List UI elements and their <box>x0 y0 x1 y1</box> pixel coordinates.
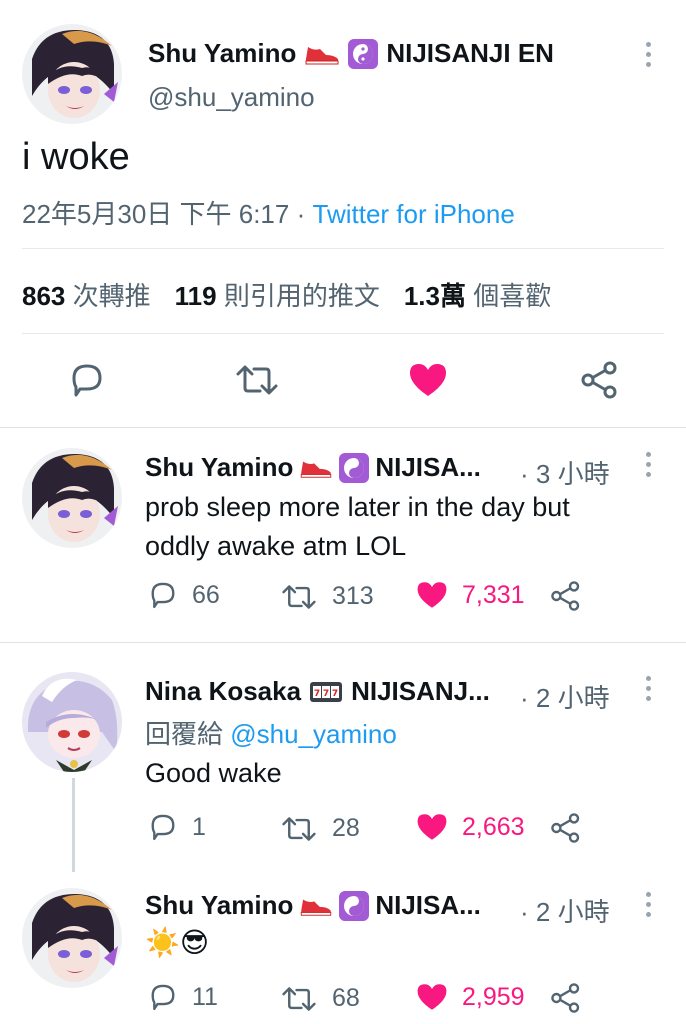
retweets-stat[interactable]: 863 次轉推 <box>22 276 151 313</box>
sneaker-emoji-icon <box>305 46 339 64</box>
tweet-text: i woke <box>22 136 130 178</box>
retweet-action[interactable]: 28 <box>280 814 360 843</box>
retweet-count: 68 <box>332 984 360 1012</box>
like-icon <box>417 984 447 1010</box>
reply-avatar[interactable] <box>22 672 122 772</box>
author-name[interactable]: Shu Yamino <box>148 38 296 69</box>
reply-action[interactable]: 1 <box>148 812 206 842</box>
avatar-image-icon <box>22 672 122 772</box>
likes-count: 1.3萬 <box>403 281 466 311</box>
quotes-label: 則引用的推文 <box>223 281 380 311</box>
like-action[interactable]: 2,959 <box>416 982 525 1012</box>
likes-stat[interactable]: 1.3萬 個喜歡 <box>404 276 551 313</box>
reply-action[interactable]: 66 <box>148 580 220 610</box>
like-count: 2,663 <box>462 812 525 841</box>
reply-author-name[interactable]: Shu Yamino <box>145 452 293 483</box>
more-icon[interactable] <box>644 452 652 477</box>
retweets-label: 次轉推 <box>72 281 151 311</box>
like-icon <box>417 814 447 840</box>
author-suffix[interactable]: NIJISANJI EN <box>386 38 554 69</box>
reply-text: Good wake <box>145 758 282 788</box>
retweet-action[interactable]: 313 <box>280 582 374 611</box>
reply-author-suffix[interactable]: NIJISANJ... <box>351 676 490 707</box>
reply-count: 11 <box>192 982 218 1011</box>
share-icon[interactable] <box>550 580 582 612</box>
svg-text:7: 7 <box>323 689 329 699</box>
retweet-count: 313 <box>332 582 374 610</box>
like-count: 2,959 <box>462 982 525 1011</box>
quotes-stat[interactable]: 119 則引用的推文 <box>175 276 380 313</box>
retweet-icon <box>282 584 316 609</box>
reply-icon <box>151 984 175 1011</box>
svg-text:7: 7 <box>332 689 338 699</box>
reply-text: prob sleep more later in the day but odd… <box>145 492 570 561</box>
share-icon[interactable] <box>580 360 620 400</box>
more-icon[interactable] <box>644 42 652 67</box>
svg-text:7: 7 <box>314 689 320 699</box>
reply-time[interactable]: · 3 小時 <box>520 454 610 491</box>
avatar-image-icon <box>22 24 122 124</box>
sneaker-emoji-icon <box>301 461 332 478</box>
sneaker-emoji-icon <box>301 899 332 916</box>
divider <box>22 333 664 334</box>
reply-time[interactable]: · 2 小時 <box>520 892 610 929</box>
reply-icon <box>151 814 175 841</box>
meta-separator: · <box>296 199 306 229</box>
reply-time[interactable]: · 2 小時 <box>520 678 610 715</box>
reply-count: 66 <box>192 580 220 609</box>
section-divider <box>0 427 686 428</box>
yin-yang-icon <box>339 452 370 483</box>
thread-line <box>72 778 75 872</box>
avatar-image-icon <box>22 448 122 548</box>
quotes-count: 119 <box>174 281 217 311</box>
reply-text: ☀️😎 <box>145 926 210 959</box>
section-divider <box>0 642 686 643</box>
reply-avatar[interactable] <box>22 448 122 548</box>
author-handle[interactable]: @shu_yamino <box>148 82 315 113</box>
likes-label: 個喜歡 <box>473 281 552 311</box>
reply-count: 1 <box>192 812 206 841</box>
reply-avatar[interactable] <box>22 888 122 988</box>
tweet-source[interactable]: Twitter for iPhone <box>313 199 515 229</box>
retweet-icon[interactable] <box>234 364 280 396</box>
tweet-timestamp[interactable]: 22年5月30日 下午 6:17 <box>22 199 289 229</box>
retweet-action[interactable]: 68 <box>280 984 360 1013</box>
divider <box>22 248 664 249</box>
share-icon[interactable] <box>550 812 582 844</box>
reply-author-name[interactable]: Shu Yamino <box>145 890 293 921</box>
like-action[interactable]: 7,331 <box>416 580 525 610</box>
yin-yang-icon <box>348 38 379 69</box>
reply-author-name[interactable]: Nina Kosaka <box>145 676 301 707</box>
reply-icon <box>151 582 175 609</box>
yin-yang-icon <box>339 890 370 921</box>
retweet-icon <box>282 986 316 1011</box>
like-action[interactable]: 2,663 <box>416 812 525 842</box>
reply-author-suffix[interactable]: NIJISA... <box>375 452 480 483</box>
like-icon <box>417 582 447 608</box>
reply-icon[interactable] <box>68 362 106 398</box>
avatar-image-icon <box>22 888 122 988</box>
retweet-count: 28 <box>332 814 360 842</box>
reply-author-suffix[interactable]: NIJISA... <box>375 890 480 921</box>
more-icon[interactable] <box>644 892 652 917</box>
retweets-count: 863 <box>22 281 66 311</box>
reply-to-label: 回覆給 <box>145 719 224 749</box>
share-icon[interactable] <box>550 982 582 1014</box>
slot-machine-icon: 7 7 7 <box>310 681 343 702</box>
reply-to-handle[interactable]: @shu_yamino <box>230 719 397 749</box>
reply-action[interactable]: 11 <box>148 982 218 1012</box>
author-avatar[interactable] <box>22 24 122 124</box>
retweet-icon <box>282 816 316 841</box>
like-icon[interactable] <box>408 362 448 398</box>
like-count: 7,331 <box>462 580 525 609</box>
more-icon[interactable] <box>644 676 652 701</box>
